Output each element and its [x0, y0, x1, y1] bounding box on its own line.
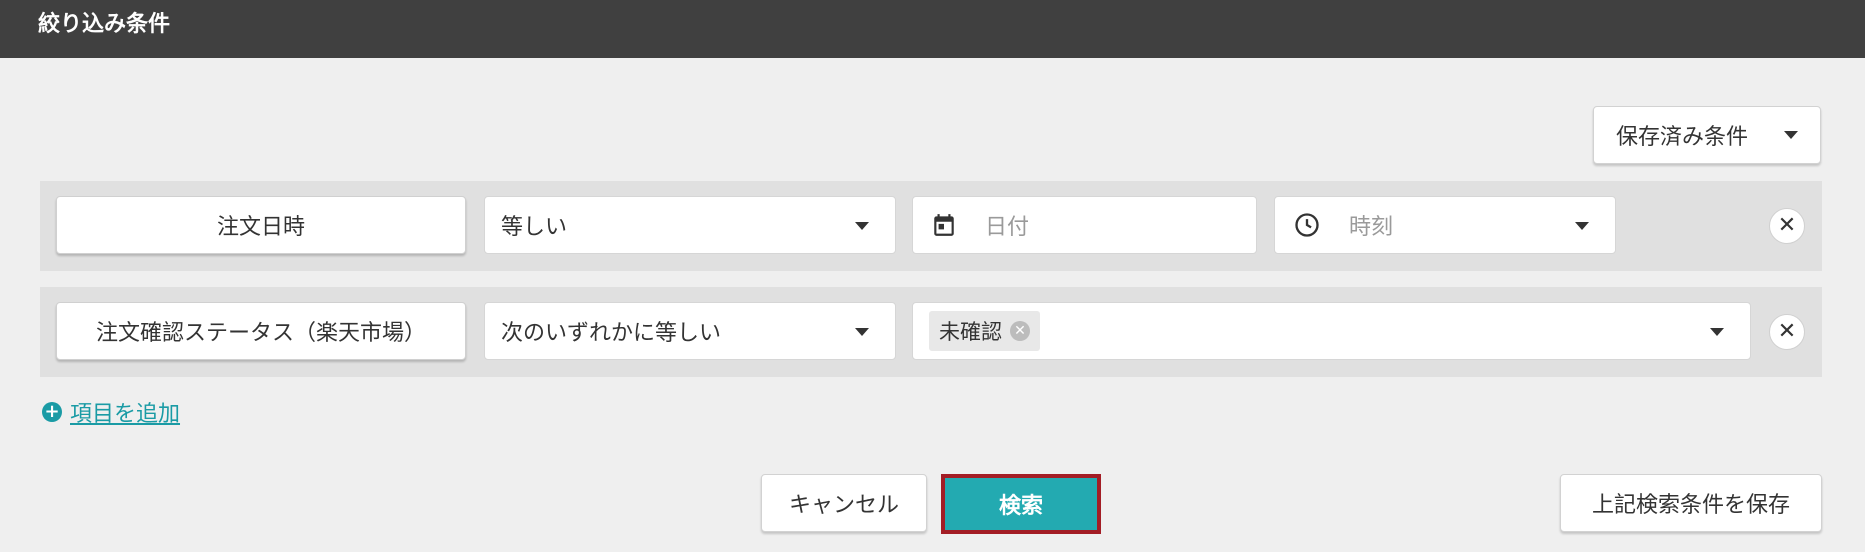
cancel-button[interactable]: キャンセル — [761, 474, 927, 532]
date-placeholder: 日付 — [985, 215, 1030, 240]
date-input[interactable]: 日付 — [912, 196, 1257, 254]
calendar-icon — [931, 212, 957, 238]
condition-row-order-status: 注文確認ステータス（楽天市場） 次のいずれかに等しい 未確認 ✕ ✕ — [40, 287, 1822, 377]
operator-select[interactable]: 次のいずれかに等しい — [484, 302, 896, 360]
chip-label: 未確認 — [939, 320, 1002, 344]
chevron-down-icon — [855, 328, 869, 336]
chevron-down-icon — [855, 222, 869, 230]
close-icon: ✕ — [1777, 213, 1797, 238]
time-placeholder: 時刻 — [1349, 215, 1394, 240]
condition-row-order-date: 注文日時 等しい 日付 時刻 ✕ — [40, 181, 1822, 271]
add-item-link[interactable]: + 項目を追加 — [42, 396, 180, 428]
operator-value: 次のいずれかに等しい — [501, 321, 722, 346]
chevron-down-icon — [1784, 131, 1798, 139]
saved-conditions-dropdown[interactable]: 保存済み条件 — [1593, 106, 1821, 164]
time-select[interactable]: 時刻 — [1274, 196, 1616, 254]
clock-icon — [1293, 211, 1321, 239]
saved-conditions-label: 保存済み条件 — [1616, 125, 1749, 150]
chip-remove-icon[interactable]: ✕ — [1010, 321, 1030, 341]
save-conditions-button[interactable]: 上記検索条件を保存 — [1560, 474, 1822, 532]
condition-field-button[interactable]: 注文確認ステータス（楽天市場） — [56, 302, 466, 360]
chevron-down-icon — [1575, 222, 1589, 230]
add-item-label: 項目を追加 — [70, 402, 181, 427]
remove-condition-button[interactable]: ✕ — [1769, 314, 1805, 350]
plus-circle-icon: + — [42, 402, 62, 422]
condition-field-button[interactable]: 注文日時 — [56, 196, 466, 254]
remove-condition-button[interactable]: ✕ — [1769, 208, 1805, 244]
selected-value-chip: 未確認 ✕ — [929, 311, 1040, 351]
search-button[interactable]: 検索 — [941, 474, 1101, 534]
operator-select[interactable]: 等しい — [484, 196, 896, 254]
dialog-title: 絞り込み条件 — [0, 0, 1865, 58]
status-value-select[interactable]: 未確認 ✕ — [912, 302, 1751, 360]
operator-value: 等しい — [501, 215, 568, 240]
close-icon: ✕ — [1777, 319, 1797, 344]
chevron-down-icon — [1710, 328, 1724, 336]
